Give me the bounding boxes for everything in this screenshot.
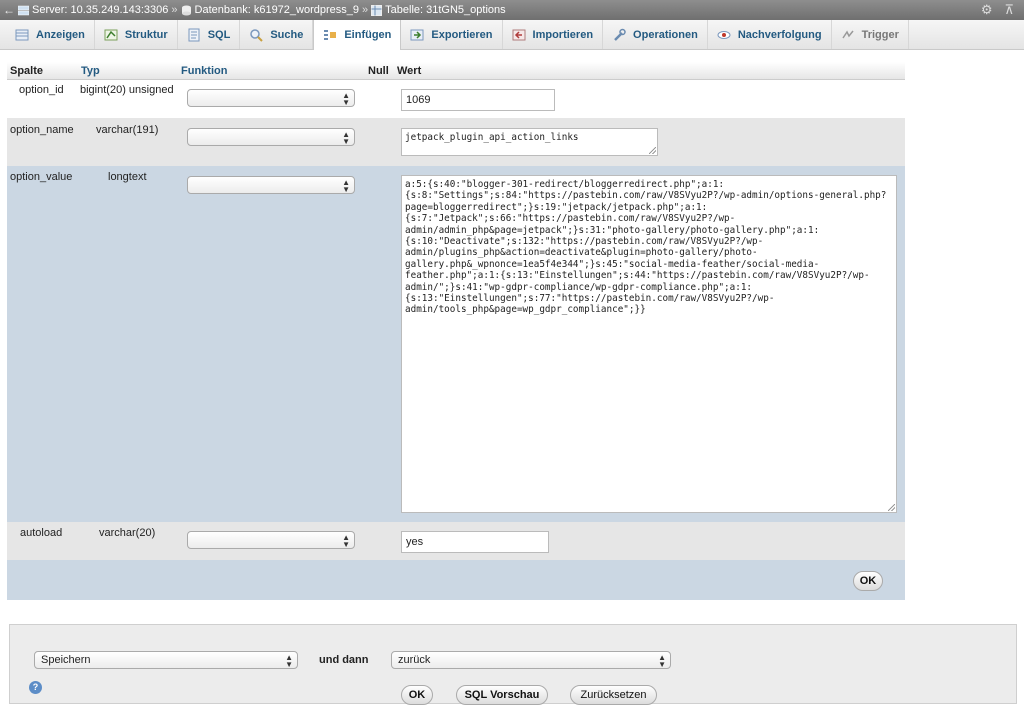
- resize-grip-icon[interactable]: [649, 147, 656, 154]
- table-icon: [371, 4, 383, 16]
- breadcrumb-server[interactable]: Server: 10.35.249.143:3306: [17, 4, 169, 16]
- breadcrumb-separator: »: [362, 4, 369, 16]
- header-spalte: Spalte: [10, 64, 44, 77]
- function-select[interactable]: ▲ ▼: [187, 128, 355, 146]
- tab-operationen[interactable]: Operationen: [603, 20, 708, 49]
- server-icon: [17, 5, 30, 16]
- browse-icon: [15, 28, 29, 42]
- value-input[interactable]: yes: [401, 531, 549, 553]
- tab-nachverfolgung[interactable]: Nachverfolgung: [708, 20, 832, 49]
- table-row: option_value longtext ▲ ▼ a:5:{s:40:"blog…: [7, 166, 905, 522]
- tab-anzeigen[interactable]: Anzeigen: [6, 20, 95, 49]
- back-arrow-icon[interactable]: ←: [0, 3, 18, 17]
- column-type: varchar(191): [96, 124, 159, 136]
- column-type: varchar(20): [99, 527, 156, 539]
- breadcrumb: ← Server: 10.35.249.143:3306 » Datenbank…: [0, 0, 1024, 20]
- reset-button[interactable]: Zurücksetzen: [570, 685, 657, 705]
- action-select-value: Speichern: [41, 654, 91, 666]
- select-arrows-icon: ▲ ▼: [342, 91, 350, 107]
- tab-label: Trigger: [861, 28, 899, 41]
- select-arrows-icon: ▲ ▼: [342, 533, 350, 549]
- collapse-icon[interactable]: ⊼: [1004, 2, 1014, 18]
- breadcrumb-database[interactable]: Datenbank: k61972_wordpress_9: [181, 4, 360, 16]
- column-name: option_id: [19, 84, 64, 96]
- und-dann-label: und dann: [319, 654, 369, 666]
- submit-ok-button[interactable]: OK: [401, 685, 433, 705]
- help-icon[interactable]: ?: [29, 681, 42, 694]
- column-name: option_name: [10, 124, 74, 136]
- tab-label: Struktur: [124, 28, 168, 41]
- select-arrows-icon: ▲ ▼: [342, 178, 350, 194]
- database-icon: [181, 5, 192, 16]
- tab-label: Importieren: [532, 28, 594, 41]
- tab-label: Exportieren: [431, 28, 493, 41]
- tab-label: Nachverfolgung: [737, 28, 822, 41]
- insert-icon: [323, 28, 337, 42]
- breadcrumb-server-label: Server: 10.35.249.143:3306: [32, 4, 169, 16]
- table-row: autoload varchar(20) ▲ ▼ yes: [7, 522, 905, 560]
- resize-grip-icon[interactable]: [888, 504, 895, 511]
- function-select[interactable]: ▲ ▼: [187, 89, 355, 107]
- tab-label: SQL: [207, 28, 231, 41]
- function-select[interactable]: ▲ ▼: [187, 176, 355, 194]
- breadcrumb-database-label: Datenbank: k61972_wordpress_9: [194, 4, 360, 16]
- tab-label: Suche: [270, 28, 304, 41]
- value-textarea[interactable]: a:5:{s:40:"blogger-301-redirect/bloggerr…: [401, 175, 897, 513]
- select-arrows-icon: ▲ ▼: [342, 130, 350, 146]
- column-type: longtext: [108, 171, 147, 183]
- select-arrows-icon: ▲ ▼: [658, 653, 666, 669]
- tab-einfuegen[interactable]: Einfügen: [313, 20, 402, 50]
- header-funktion[interactable]: Funktion: [181, 65, 227, 77]
- insert-form-table: Spalte Typ Funktion Null Wert: [7, 62, 905, 80]
- after-insert-select-value: zurück: [398, 654, 431, 666]
- header-typ[interactable]: Typ: [81, 65, 100, 77]
- column-name: option_value: [10, 171, 73, 183]
- tab-trigger[interactable]: Trigger: [832, 20, 909, 49]
- header-null: Null: [368, 64, 389, 77]
- tab-label: Anzeigen: [36, 28, 85, 41]
- export-icon: [410, 28, 424, 42]
- tab-label: Einfügen: [344, 29, 392, 41]
- action-select[interactable]: Speichern ▲ ▼: [34, 651, 298, 669]
- select-arrows-icon: ▲ ▼: [285, 653, 293, 669]
- header-wert: Wert: [397, 64, 422, 77]
- breadcrumb-table-label: Tabelle: 31tGN5_options: [385, 4, 506, 16]
- column-type: bigint(20) unsigned: [80, 84, 174, 96]
- ok-button[interactable]: OK: [853, 571, 883, 591]
- sql-icon: [187, 28, 201, 42]
- tab-bar: Anzeigen Struktur SQL Suche Einfügen Exp…: [0, 20, 1024, 50]
- search-icon: [249, 28, 264, 42]
- settings-gear-icon[interactable]: ⚙: [981, 2, 993, 18]
- table-footer-row: OK: [7, 560, 905, 600]
- table-row: option_id bigint(20) unsigned ▲ ▼ 1069: [7, 80, 905, 118]
- table-header: Spalte Typ Funktion Null Wert: [7, 62, 905, 80]
- eye-icon: [717, 28, 731, 42]
- tab-struktur[interactable]: Struktur: [95, 20, 178, 49]
- column-name: autoload: [20, 527, 63, 539]
- submit-panel: Speichern ▲ ▼ und dann zurück ▲ ▼ ? OK SQL…: [9, 624, 1017, 705]
- structure-icon: [104, 28, 118, 42]
- value-input[interactable]: 1069: [401, 89, 555, 111]
- function-select[interactable]: ▲ ▼: [187, 531, 355, 549]
- table-row: option_name varchar(191) ▲ ▼ jetpack_plug…: [7, 118, 905, 166]
- breadcrumb-separator: »: [171, 4, 178, 16]
- wrench-icon: [612, 28, 626, 42]
- tab-importieren[interactable]: Importieren: [503, 20, 604, 49]
- trigger-icon: [841, 28, 855, 42]
- after-insert-select[interactable]: zurück ▲ ▼: [391, 651, 671, 669]
- tab-sql[interactable]: SQL: [178, 20, 241, 49]
- tab-exportieren[interactable]: Exportieren: [401, 20, 503, 49]
- import-icon: [512, 28, 526, 42]
- value-textarea[interactable]: jetpack_plugin_api_action_links: [401, 128, 658, 156]
- tab-suche[interactable]: Suche: [240, 20, 314, 49]
- sql-preview-button[interactable]: SQL Vorschau: [456, 685, 548, 705]
- tab-label: Operationen: [633, 28, 698, 41]
- breadcrumb-table[interactable]: Tabelle: 31tGN5_options: [371, 4, 506, 16]
